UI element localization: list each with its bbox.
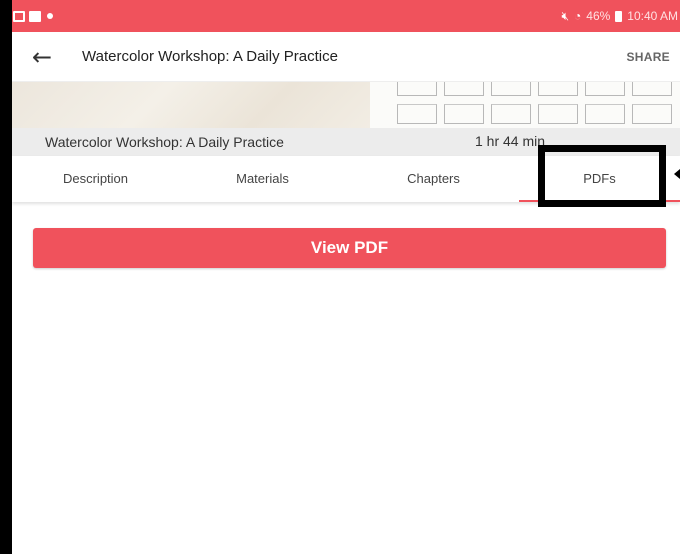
status-bar: 🔇︎ ◔ 46% 10:40 AM bbox=[12, 0, 680, 32]
course-title: Watercolor Workshop: A Daily Practice bbox=[45, 134, 284, 150]
system-status: 🔇︎ ◔ 46% 10:40 AM bbox=[561, 8, 678, 24]
annotation-arrow-icon bbox=[674, 164, 680, 184]
gallery-notification-icon bbox=[13, 10, 25, 22]
tab-description[interactable]: Description bbox=[12, 156, 179, 202]
mute-icon: 🔇︎ bbox=[561, 8, 570, 23]
view-pdf-button[interactable]: View PDF bbox=[33, 228, 666, 268]
course-duration: 1 hr 44 min bbox=[475, 133, 546, 149]
share-button[interactable]: SHARE bbox=[626, 50, 670, 64]
tab-chapters[interactable]: Chapters bbox=[350, 156, 517, 202]
device-screen: 🔇︎ ◔ 46% 10:40 AM ← Watercolor Workshop:… bbox=[12, 0, 680, 554]
notification-icons bbox=[13, 8, 53, 24]
watercolor-texture-image bbox=[12, 82, 370, 128]
wifi-icon: ◔ bbox=[574, 9, 582, 23]
status-time: 10:40 AM bbox=[627, 9, 678, 23]
course-hero-image bbox=[12, 82, 680, 128]
swatch-grid-image bbox=[397, 82, 672, 128]
app-bar: ← Watercolor Workshop: A Daily Practice … bbox=[12, 32, 680, 82]
annotation-highlight-box bbox=[538, 145, 666, 207]
battery-percentage: 46% bbox=[586, 9, 611, 23]
tab-materials[interactable]: Materials bbox=[179, 156, 346, 202]
arrow-left-icon[interactable]: ← bbox=[32, 42, 60, 72]
app-bar-title: Watercolor Workshop: A Daily Practice bbox=[82, 48, 338, 65]
store-notification-icon bbox=[47, 13, 53, 19]
app-notification-icon bbox=[29, 10, 41, 22]
battery-icon bbox=[615, 10, 623, 22]
